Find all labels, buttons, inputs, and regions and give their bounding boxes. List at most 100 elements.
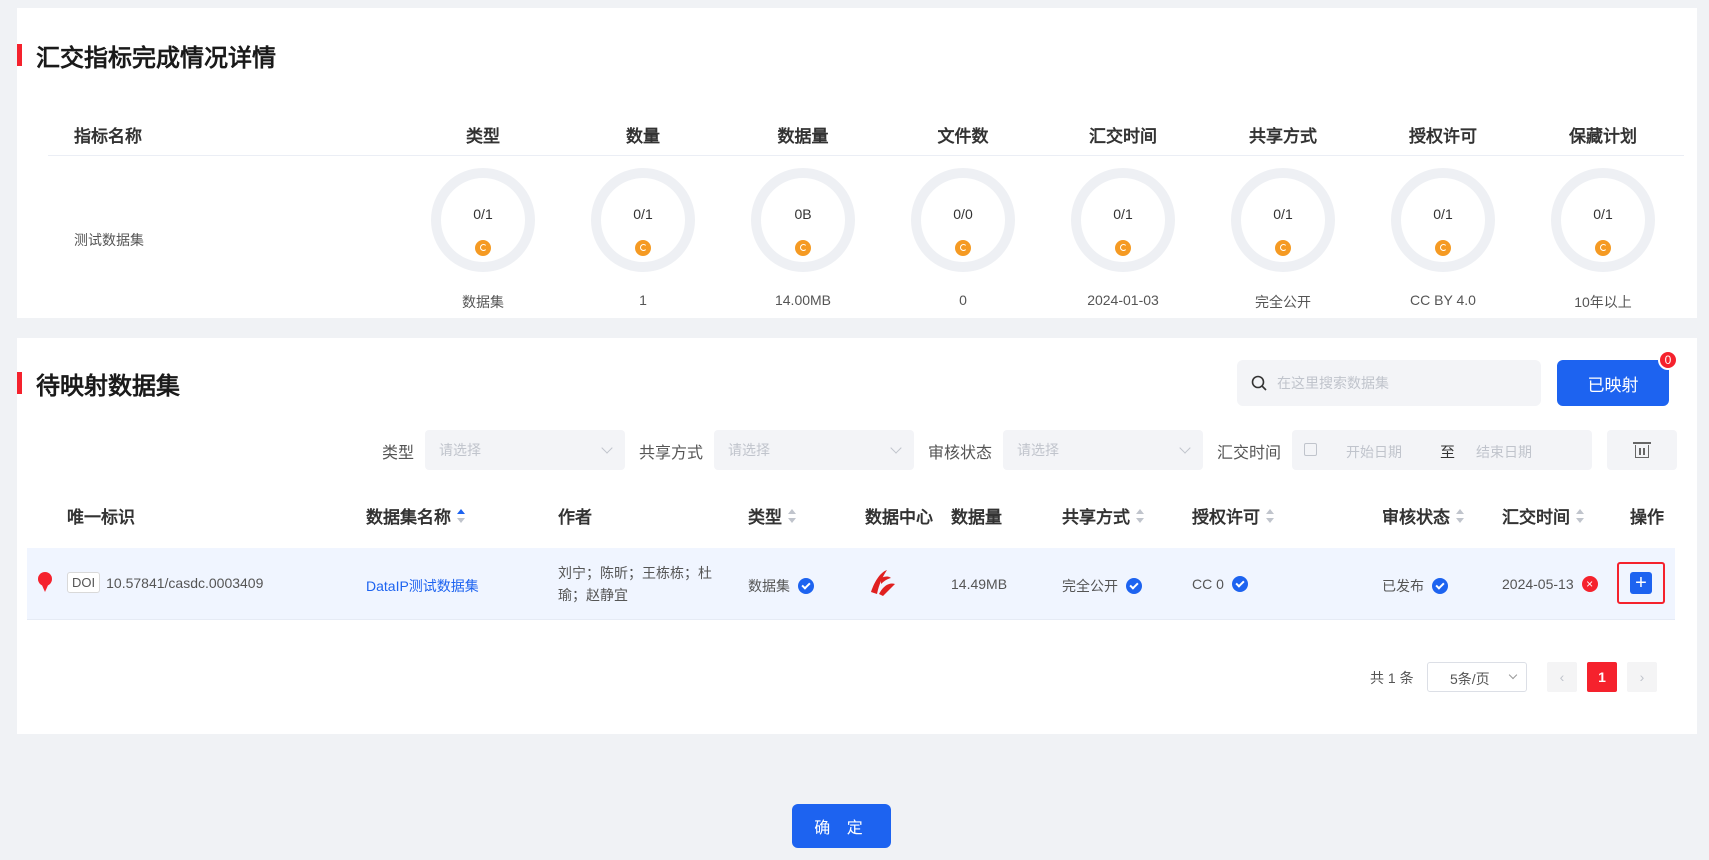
donut-license: 0/1 bbox=[1391, 168, 1495, 272]
sort-icon[interactable] bbox=[1576, 508, 1584, 523]
confirm-button[interactable]: 确 定 bbox=[792, 804, 891, 848]
pending-icon bbox=[635, 240, 651, 256]
pager-total: 共 1 条 bbox=[1370, 670, 1414, 686]
sort-icon[interactable] bbox=[1136, 508, 1144, 523]
end-date-input[interactable]: 结束日期 bbox=[1476, 442, 1532, 462]
donut-count: 0/1 bbox=[591, 168, 695, 272]
metric-target: 10年以上 bbox=[1574, 294, 1632, 310]
donut-type: 0/1 bbox=[431, 168, 535, 272]
sort-icon[interactable] bbox=[1266, 508, 1274, 523]
col-submit-time[interactable]: 汇交时间 bbox=[1502, 503, 1584, 528]
summary-card: 汇交指标完成情况详情 指标名称 类型 数量 数据量 文件数 汇交时间 共享方式 … bbox=[17, 8, 1697, 318]
start-date-input[interactable]: 开始日期 bbox=[1346, 442, 1402, 462]
pending-title-text: 待映射数据集 bbox=[36, 372, 180, 400]
col-share-mode: 共享方式 bbox=[1249, 127, 1317, 146]
share-value: 完全公开 bbox=[1062, 578, 1118, 594]
metric-target: 完全公开 bbox=[1255, 294, 1311, 310]
filter-share-label: 共享方式 bbox=[639, 445, 704, 462]
sort-icon[interactable] bbox=[788, 508, 796, 523]
col-author: 作者 bbox=[558, 508, 592, 527]
donut-file-count: 0/0 bbox=[911, 168, 1015, 272]
col-label: 共享方式 bbox=[1062, 508, 1130, 527]
donut-value: 0/1 bbox=[1593, 206, 1613, 222]
date-range-picker[interactable]: 开始日期 至 结束日期 bbox=[1292, 430, 1592, 470]
metric-target: 数据集 bbox=[462, 294, 504, 310]
sort-icon[interactable] bbox=[457, 508, 465, 523]
pending-icon bbox=[955, 240, 971, 256]
metric-target: 1 bbox=[639, 292, 647, 308]
filter-time-label: 汇交时间 bbox=[1217, 445, 1282, 462]
title-accent-bar bbox=[17, 44, 22, 66]
col-actions: 操作 bbox=[1630, 508, 1664, 527]
check-icon bbox=[798, 578, 814, 594]
license-value: CC 0 bbox=[1192, 576, 1224, 592]
col-share-mode[interactable]: 共享方式 bbox=[1062, 503, 1144, 528]
doi-cell: DOI 10.57841/casdc.0003409 bbox=[67, 572, 263, 593]
donut-value: 0B bbox=[794, 206, 812, 222]
metric-target: 14.00MB bbox=[774, 292, 832, 308]
doi-value: 10.57841/casdc.0003409 bbox=[106, 574, 264, 591]
chevron-down-icon bbox=[1508, 670, 1518, 680]
filter-share-select[interactable]: 请选择 bbox=[714, 430, 914, 470]
type-value: 数据集 bbox=[748, 578, 790, 594]
pending-section-title: 待映射数据集 bbox=[17, 369, 180, 400]
pending-icon bbox=[1275, 240, 1291, 256]
col-file-count: 文件数 bbox=[937, 127, 989, 146]
check-icon bbox=[1126, 578, 1142, 594]
select-placeholder: 请选择 bbox=[439, 442, 481, 458]
col-submit-time: 汇交时间 bbox=[1089, 127, 1157, 146]
type-cell: 数据集 bbox=[748, 576, 814, 596]
data-center-logo-icon bbox=[871, 570, 895, 596]
add-map-button[interactable]: + bbox=[1630, 572, 1652, 594]
col-data-center: 数据中心 bbox=[865, 508, 933, 527]
mapped-button[interactable]: 已映射 bbox=[1557, 360, 1669, 406]
donut-share-mode: 0/1 bbox=[1231, 168, 1335, 272]
authors-cell: 刘宁；陈昕；王栋栋；杜瑜；赵静宜 bbox=[558, 565, 712, 603]
metric-target: 0 bbox=[959, 292, 967, 308]
filter-type-label: 类型 bbox=[382, 445, 415, 462]
select-placeholder: 请选择 bbox=[1017, 442, 1059, 458]
dataset-name-link[interactable]: DataIP测试数据集 bbox=[366, 576, 479, 596]
pending-icon bbox=[1435, 240, 1451, 256]
col-label: 类型 bbox=[748, 508, 782, 527]
sort-icon[interactable] bbox=[1456, 508, 1464, 523]
col-metric-name: 指标名称 bbox=[74, 127, 142, 146]
page-size-select[interactable]: 5条/页 bbox=[1427, 662, 1527, 692]
filter-review-select[interactable]: 请选择 bbox=[1003, 430, 1203, 470]
time-value: 2024-05-13 bbox=[1502, 576, 1574, 592]
dataset-table-header: 唯一标识 数据集名称 作者 类型 数据中心 数据量 共享方式 授权许可 审核状态… bbox=[27, 488, 1675, 538]
trash-icon bbox=[1633, 442, 1651, 458]
donut-value: 0/1 bbox=[633, 206, 653, 222]
search-input[interactable] bbox=[1277, 375, 1517, 391]
col-identifier: 唯一标识 bbox=[67, 508, 135, 527]
calendar-icon bbox=[1304, 443, 1317, 456]
metric-target: CC BY 4.0 bbox=[1410, 292, 1476, 308]
col-type[interactable]: 类型 bbox=[748, 503, 796, 528]
donut-submit-time: 0/1 bbox=[1071, 168, 1175, 272]
search-box[interactable] bbox=[1237, 360, 1541, 406]
metric-row-name: 测试数据集 bbox=[74, 232, 144, 248]
chevron-down-icon bbox=[601, 442, 613, 454]
donut-value: 0/1 bbox=[1273, 206, 1293, 222]
donut-value: 0/0 bbox=[953, 206, 973, 222]
check-icon bbox=[1432, 578, 1448, 594]
pin-icon bbox=[37, 572, 53, 594]
pending-icon bbox=[1115, 240, 1131, 256]
filter-type-select[interactable]: 请选择 bbox=[425, 430, 625, 470]
chevron-down-icon bbox=[1179, 442, 1191, 454]
donut-data-volume: 0B bbox=[751, 168, 855, 272]
donut-value: 0/1 bbox=[1113, 206, 1133, 222]
page-number-button[interactable]: 1 bbox=[1587, 662, 1617, 692]
col-dataset-name[interactable]: 数据集名称 bbox=[366, 503, 465, 528]
review-cell: 已发布 bbox=[1382, 576, 1448, 596]
col-license[interactable]: 授权许可 bbox=[1192, 503, 1274, 528]
col-review-status[interactable]: 审核状态 bbox=[1382, 503, 1464, 528]
col-label: 数据集名称 bbox=[366, 508, 451, 527]
doi-tag: DOI bbox=[67, 572, 101, 593]
summary-table-header: 指标名称 类型 数量 数据量 文件数 汇交时间 共享方式 授权许可 保藏计划 bbox=[48, 112, 1684, 156]
pending-icon bbox=[795, 240, 811, 256]
clear-filter-button[interactable] bbox=[1607, 430, 1677, 470]
time-cell: 2024-05-13 × bbox=[1502, 576, 1598, 592]
next-page-button[interactable]: › bbox=[1627, 662, 1657, 692]
prev-page-button[interactable]: ‹ bbox=[1547, 662, 1577, 692]
